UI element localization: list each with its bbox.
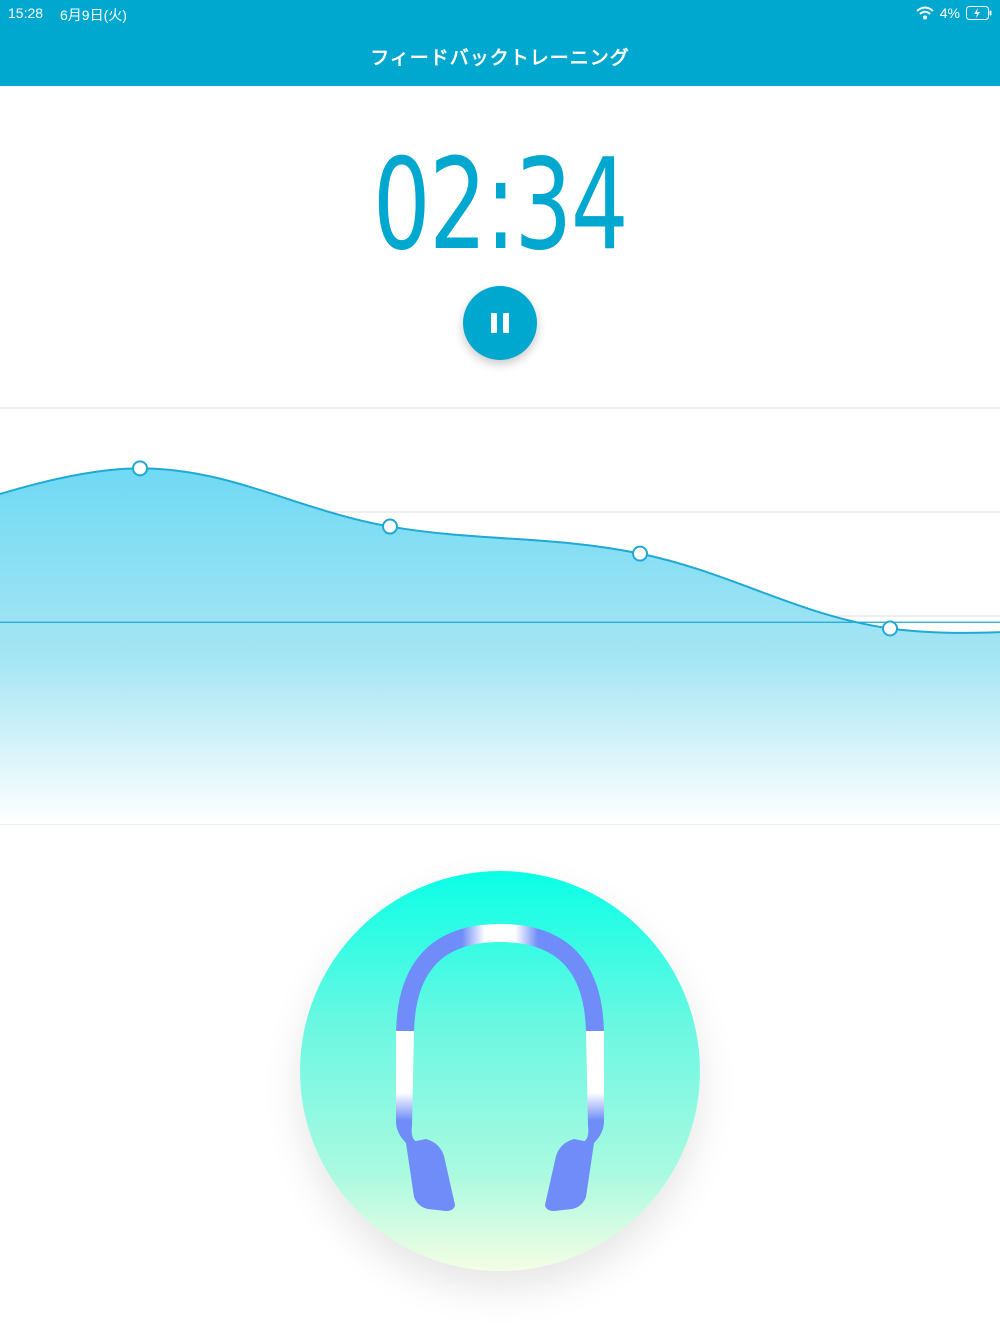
chart-area-fill <box>0 468 1000 824</box>
wifi-icon <box>916 6 934 20</box>
navigation-bar: フィードバックトレーニング <box>0 26 1000 86</box>
feedback-chart <box>0 400 1000 840</box>
battery-charging-icon <box>966 6 992 20</box>
status-time: 15:28 <box>8 5 44 21</box>
pause-icon <box>463 286 537 360</box>
page-title: フィードバックトレーニング <box>370 47 630 69</box>
headphones-icon <box>396 923 604 1211</box>
battery-percentage: 4% <box>939 5 960 21</box>
headphones-button[interactable] <box>300 871 700 1271</box>
chart-point <box>882 620 898 637</box>
chart-point <box>132 460 148 477</box>
status-date: 6月9日(火) <box>60 7 127 23</box>
status-bar: 15:28 6月9日(火) 4% <box>0 0 1000 26</box>
chart-point <box>382 518 398 535</box>
status-right: 4% <box>916 4 992 22</box>
feedback-chart-svg <box>0 407 1000 825</box>
chart-point <box>632 545 648 562</box>
elapsed-timer: 02:34 <box>372 131 629 278</box>
pause-button[interactable] <box>463 286 537 360</box>
